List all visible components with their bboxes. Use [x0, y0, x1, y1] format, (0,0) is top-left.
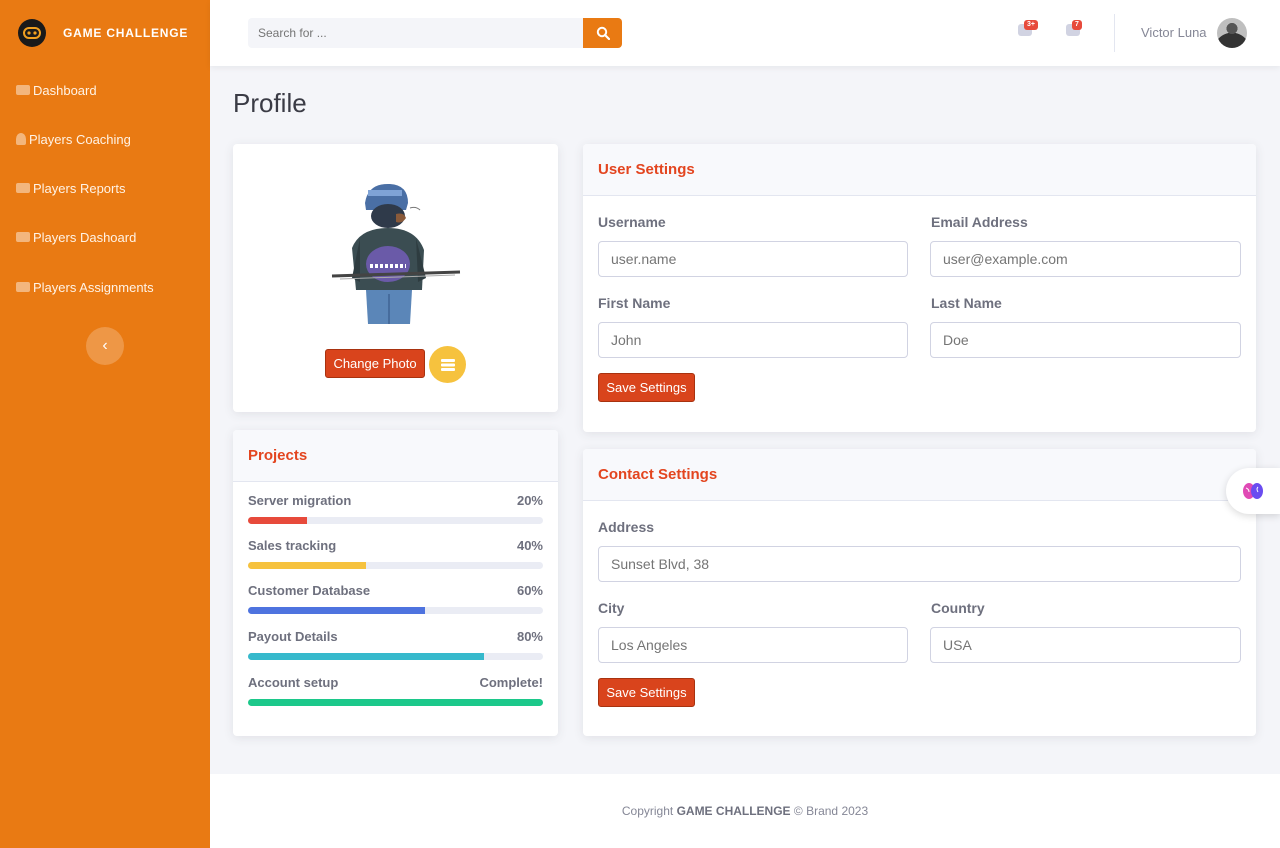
project-value: 80% [516, 629, 543, 644]
project-name: Account setup [248, 675, 339, 690]
dashboard-icon [16, 232, 30, 242]
page-title: Profile [233, 88, 307, 118]
brain-icon [1243, 483, 1263, 499]
footer-brand: GAME CHALLENGE [676, 804, 791, 818]
change-photo-button[interactable]: Change Photo [325, 349, 425, 378]
project-value: 60% [516, 583, 543, 598]
progress-fill [248, 699, 543, 706]
last-name-label: Last Name [931, 295, 1002, 311]
sidebar-item-label: Players Dashoard [33, 229, 137, 245]
user-settings-card: User Settings Username Email Address Fir… [583, 144, 1256, 432]
progress-bar [248, 653, 543, 660]
sidebar-item-players-reports[interactable]: Players Reports [16, 176, 125, 200]
project-name: Customer Database [248, 583, 371, 598]
city-label: City [598, 600, 625, 616]
profile-card: Change Photo [233, 144, 558, 412]
progress-fill [248, 653, 484, 660]
messages-button[interactable]: 7 [1066, 20, 1082, 38]
username-field[interactable] [598, 241, 908, 277]
progress-bar [248, 699, 543, 706]
footer-suffix: © Brand 2023 [793, 804, 869, 818]
sidebar-toggle-button[interactable]: ‹ [86, 327, 124, 365]
footer-prefix: Copyright [621, 804, 674, 818]
contact-settings-title: Contact Settings [583, 449, 1256, 501]
chevron-left-icon: ‹ [102, 337, 108, 354]
alerts-button[interactable]: 3+ [1018, 20, 1038, 38]
project-item-server-migration: Server migration 20% [248, 493, 543, 524]
save-user-settings-button[interactable]: Save Settings [598, 373, 695, 402]
sidebar-item-players-coaching[interactable]: Players Coaching [16, 127, 131, 151]
project-name: Payout Details [248, 629, 338, 644]
project-value: 20% [516, 493, 543, 508]
country-label: Country [931, 600, 985, 616]
project-item-account-setup: Account setup Complete! [248, 675, 543, 706]
project-name: Sales tracking [248, 538, 337, 553]
project-item-customer-database: Customer Database 60% [248, 583, 543, 614]
assignments-icon [16, 282, 30, 292]
progress-bar [248, 562, 543, 569]
first-name-field[interactable] [598, 322, 908, 358]
username-label: Username [598, 214, 666, 230]
topbar: 3+ 7 Victor Luna [210, 0, 1280, 66]
last-name-field[interactable] [930, 322, 1241, 358]
projects-title: Projects [233, 430, 558, 482]
first-name-label: First Name [598, 295, 671, 311]
search-button[interactable] [583, 18, 622, 48]
address-label: Address [598, 519, 655, 535]
country-field[interactable] [930, 627, 1241, 663]
contact-settings-card: Contact Settings Address City Country Sa… [583, 449, 1256, 736]
assistant-button[interactable] [1226, 468, 1280, 514]
search-bar [248, 18, 622, 48]
address-field[interactable] [598, 546, 1241, 582]
project-value: Complete! [479, 675, 543, 690]
reports-icon [16, 183, 30, 193]
project-value: 40% [516, 538, 543, 553]
progress-bar [248, 517, 543, 524]
profile-avatar-image [331, 183, 461, 324]
sidebar: GAME CHALLENGE Dashboard Players Coachin… [0, 0, 210, 848]
progress-fill [248, 562, 366, 569]
email-field[interactable] [930, 241, 1241, 277]
progress-fill [248, 517, 307, 524]
sidebar-item-dashboard[interactable]: Dashboard [16, 78, 97, 102]
city-field[interactable] [598, 627, 908, 663]
save-contact-settings-button[interactable]: Save Settings [598, 678, 695, 707]
avatar[interactable] [1217, 18, 1247, 48]
sidebar-item-players-assignments[interactable]: Players Assignments [16, 275, 154, 299]
user-icon [16, 133, 26, 145]
sidebar-item-label: Players Assignments [33, 279, 154, 295]
dashboard-icon [16, 85, 30, 95]
messages-badge: 7 [1072, 20, 1082, 30]
sidebar-item-players-dashboard[interactable]: Players Dashoard [16, 225, 136, 249]
project-name: Server migration [248, 493, 352, 508]
topbar-divider [1114, 14, 1115, 52]
user-settings-title: User Settings [583, 144, 1256, 196]
project-item-payout-details: Payout Details 80% [248, 629, 543, 660]
user-name[interactable]: Victor Luna [1141, 25, 1207, 40]
progress-bar [248, 607, 543, 614]
search-input[interactable] [248, 18, 583, 48]
project-item-sales-tracking: Sales tracking 40% [248, 538, 543, 569]
email-label: Email Address [931, 214, 1028, 230]
search-icon [596, 26, 610, 40]
projects-card: Projects Server migration 20% Sales track… [233, 430, 558, 736]
brand-logo-icon [18, 19, 46, 47]
sidebar-item-label: Players Reports [33, 180, 126, 196]
profile-menu-button[interactable] [429, 346, 466, 383]
alerts-badge: 3+ [1024, 20, 1038, 30]
progress-fill [248, 607, 425, 614]
sidebar-item-label: Players Coaching [29, 131, 131, 147]
brand[interactable]: GAME CHALLENGE [0, 0, 210, 66]
brand-name: GAME CHALLENGE [63, 26, 189, 40]
sidebar-item-label: Dashboard [33, 82, 97, 98]
footer: Copyright GAME CHALLENGE © Brand 2023 [210, 774, 1280, 848]
list-icon [440, 358, 455, 371]
